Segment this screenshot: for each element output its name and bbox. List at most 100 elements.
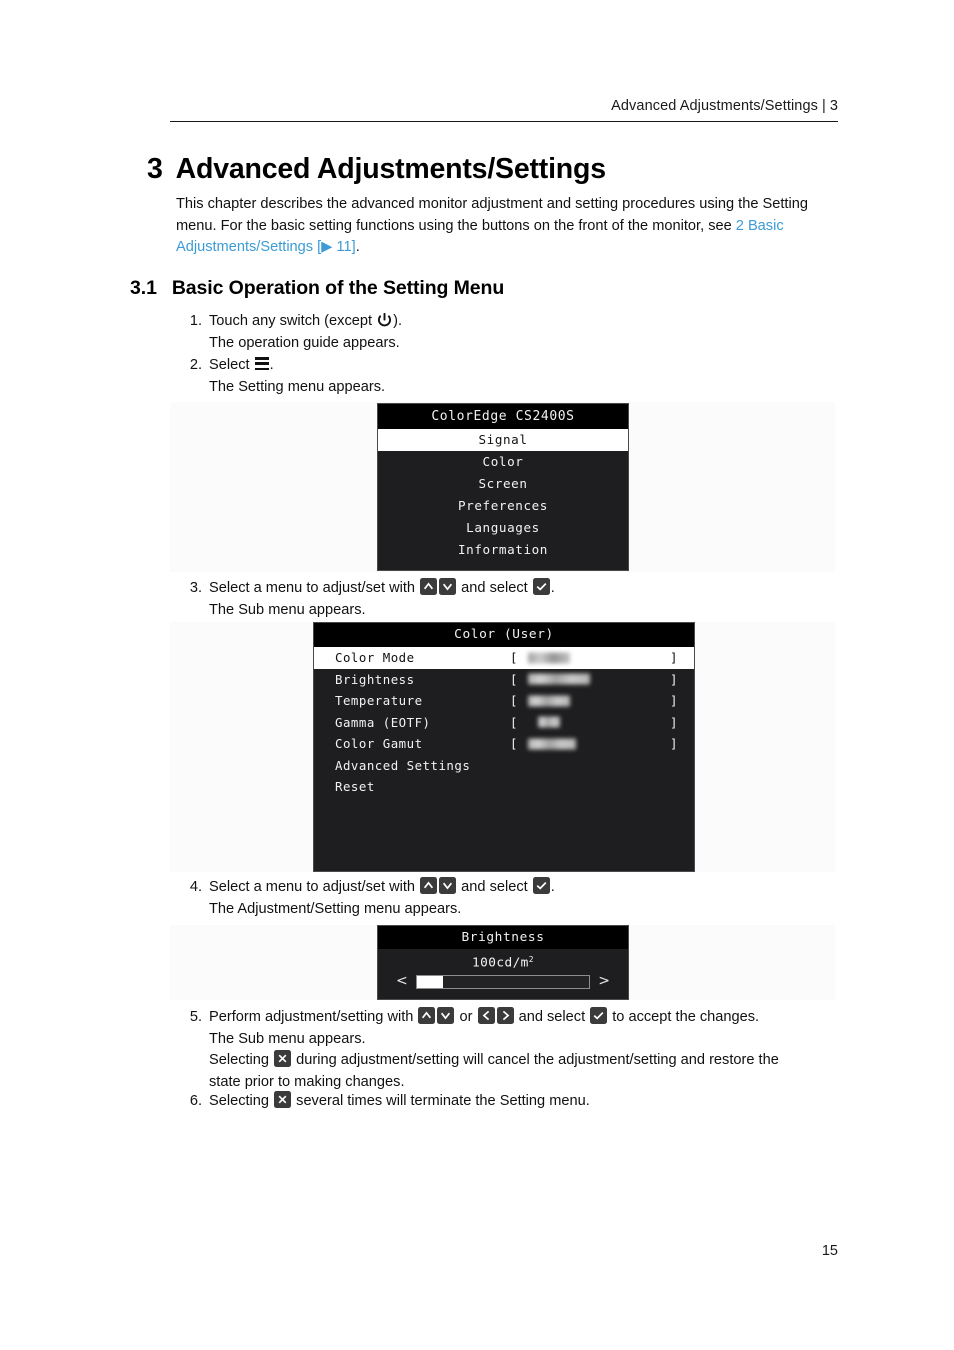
osd-brightness-title: Brightness [378,926,628,949]
step-3-body: Select a menu to adjust/set with and sel… [209,578,848,621]
chevron-down-icon[interactable] [437,1007,455,1024]
step-2-subtext: The Setting menu appears. [209,378,386,395]
step-1-text-b: ). [393,313,403,329]
osd-sub-menu-row-advanced-settings[interactable]: Advanced Settings [314,755,694,777]
running-header: Advanced Adjustments/Settings | 3 [170,98,838,114]
chapter-number: 3 [147,153,163,185]
chapter-title: Advanced Adjustments/Settings [175,153,606,185]
osd-main-menu-item-signal[interactable]: Signal [378,429,628,451]
osd-sub-menu-row-reset[interactable]: Reset [314,776,694,798]
bracket-close: ] [670,671,678,687]
step-5: 5. Perform adjustment/setting with or an… [178,1007,848,1093]
osd-sub-menu-row-brightness[interactable]: Brightness [ ] [314,669,694,691]
running-header-chapter-number: 3 [829,98,838,114]
osd-sub-menu-row-color-mode[interactable]: Color Mode [ ] [314,647,694,669]
step-5-text-b: or [455,1009,477,1025]
checkmark-icon[interactable] [590,1007,608,1024]
intro-paragraph: This chapter describes the advanced moni… [176,194,831,259]
osd-sub-menu: Color (User) Color Mode [ ] Brightness [… [313,622,695,872]
osd-main-menu-item-information[interactable]: Information [378,539,628,561]
bracket-open: [ [510,693,518,708]
step-4-text-c: . [550,879,555,895]
osd-sub-menu-label-temperature: Temperature [335,693,423,708]
osd-brightness-dialog: Brightness 100cd/m2 < > [377,925,629,1000]
brightness-slider-track[interactable] [416,975,590,989]
step-3-text-b: and select [457,580,532,596]
step-3: 3. Select a menu to adjust/set with and … [178,578,848,621]
section-title: Basic Operation of the Setting Menu [171,277,505,299]
step-1-body: Touch any switch (except ). The operatio… [209,311,848,354]
step-6-marker: 6. [189,1093,202,1109]
osd-brightness-value-superscript: 2 [528,955,534,964]
checkmark-icon[interactable] [532,578,550,595]
masked-value-gamma [538,716,560,728]
step-3-text-a: Select a menu to adjust/set with [209,580,420,596]
osd-sub-menu-label-color-gamut: Color Gamut [335,736,423,751]
cross-reference-page: 11] [332,239,356,255]
close-icon[interactable] [274,1091,292,1108]
section-heading: 3.1 Basic Operation of the Setting Menu [130,277,504,300]
osd-main-menu-item-languages[interactable]: Languages [378,517,628,539]
step-5-subtext-2-a: Selecting [209,1052,274,1068]
chapter-heading: 3 Advanced Adjustments/Settings [147,153,606,186]
osd-main-menu-title: ColorEdge CS2400S [378,404,628,429]
step-3-subtext: The Sub menu appears. [209,601,366,618]
step-5-body: Perform adjustment/setting with or and s… [209,1007,848,1093]
figure-band-brightness-dialog: Brightness 100cd/m2 < > [170,925,835,1000]
figure-band-sub-menu: Color (User) Color Mode [ ] Brightness [… [170,622,835,872]
chevron-up-icon[interactable] [418,1007,436,1024]
osd-sub-menu-row-gamma[interactable]: Gamma (EOTF) [ ] [314,712,694,734]
step-6-text-b: several times will terminate the Setting… [292,1093,590,1109]
bracket-close: ] [670,736,678,751]
step-6: 6. Selecting several times will terminat… [178,1091,848,1113]
figure-band-main-menu: ColorEdge CS2400S Signal Color Screen Pr… [170,402,835,572]
osd-main-menu-item-screen[interactable]: Screen [378,473,628,495]
osd-brightness-slider-row: < > [378,970,628,996]
running-header-separator: | [821,98,826,114]
bracket-open: [ [510,714,518,730]
osd-sub-menu-label-brightness: Brightness [335,671,415,687]
power-icon [377,312,392,328]
osd-sub-menu-label-color-mode: Color Mode [335,650,415,665]
step-5-subtext-3: state prior to making changes. [209,1073,405,1090]
bracket-close: ] [670,650,678,665]
step-5-marker: 5. [189,1009,202,1025]
chevron-up-icon[interactable] [420,877,438,894]
osd-sub-menu-row-temperature[interactable]: Temperature [ ] [314,690,694,712]
step-6-body: Selecting several times will terminate t… [209,1091,848,1113]
hamburger-menu-icon [254,357,269,371]
osd-sub-menu-row-color-gamut[interactable]: Color Gamut [ ] [314,733,694,755]
chevron-right-icon[interactable] [496,1007,514,1024]
step-4-marker: 4. [189,879,202,895]
step-2-body: Select . The Setting menu appears. [209,355,848,398]
osd-main-menu-item-preferences[interactable]: Preferences [378,495,628,517]
chevron-down-icon[interactable] [439,877,457,894]
step-1-subtext: The operation guide appears. [209,334,400,351]
close-icon[interactable] [274,1050,292,1067]
slider-increase-arrow-icon[interactable]: > [598,973,610,989]
cross-reference-arrow-icon: ▶ [321,239,333,255]
checkmark-icon[interactable] [532,877,550,894]
bracket-open: [ [510,671,518,687]
step-4-body: Select a menu to adjust/set with and sel… [209,877,848,920]
step-2: 2. Select . The Setting menu appears. [178,355,848,398]
step-1-text-a: Touch any switch (except [209,313,377,329]
masked-value-temperature [528,695,570,707]
section-number: 3.1 [130,277,157,299]
chevron-down-icon[interactable] [439,578,457,595]
osd-sub-menu-title: Color (User) [314,623,694,647]
intro-line-3-prefix: see [708,217,736,234]
chevron-left-icon[interactable] [477,1007,495,1024]
step-5-text-c: and select [514,1009,590,1025]
slider-decrease-arrow-icon[interactable]: < [396,973,408,989]
osd-brightness-value-text: 100cd/m [472,955,529,971]
step-2-marker: 2. [189,357,202,373]
step-5-text-d: to accept the changes. [608,1009,760,1025]
chevron-up-icon[interactable] [420,578,438,595]
step-4-subtext: The Adjustment/Setting menu appears. [209,900,462,917]
osd-main-menu-item-color[interactable]: Color [378,451,628,473]
intro-line-1: This chapter describes the advanced moni… [176,196,759,212]
step-5-subtext-2-b: during adjustment/setting will cancel th… [292,1052,779,1068]
step-3-text-c: . [550,580,555,596]
step-6-text-a: Selecting [209,1093,274,1109]
